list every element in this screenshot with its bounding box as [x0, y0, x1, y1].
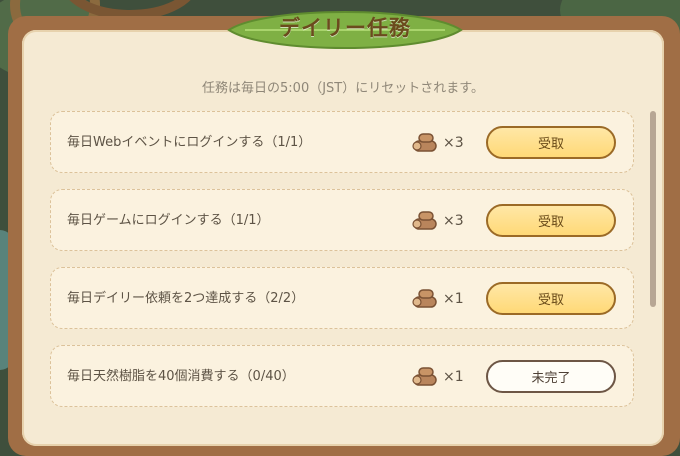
wood-log-icon [412, 211, 437, 230]
reset-notice: 任務は毎日の5:00（JST）にリセットされます。 [202, 81, 484, 96]
wood-log-icon [412, 367, 437, 386]
task-label: 毎日デイリー依頼を2つ達成する（2/2） [67, 291, 305, 306]
task-label: 毎日ゲームにログインする（1/1） [67, 213, 270, 228]
reward-count: ×1 [443, 291, 464, 307]
reward-count: ×1 [443, 369, 464, 385]
task-row: 毎日ゲームにログインする（1/1） ×3 受取 [50, 189, 634, 251]
scrollbar[interactable] [650, 111, 656, 307]
task-label: 毎日天然樹脂を40個消費する（0/40） [67, 369, 295, 384]
reward-count: ×3 [443, 213, 464, 229]
task-label: 毎日Webイベントにログインする（1/1） [67, 135, 312, 150]
task-row: 毎日デイリー依頼を2つ達成する（2/2） ×1 受取 [50, 267, 634, 329]
task-row: 毎日天然樹脂を40個消費する（0/40） ×1 未完了 [50, 345, 634, 407]
page-title: デイリー任務 [279, 16, 411, 40]
task-row: 毎日Webイベントにログインする（1/1） ×3 受取 [50, 111, 634, 173]
incomplete-button[interactable]: 未完了 [486, 360, 616, 393]
wood-log-icon [412, 289, 437, 308]
wood-log-icon [412, 133, 437, 152]
claim-button[interactable]: 受取 [486, 204, 616, 237]
claim-button[interactable]: 受取 [486, 126, 616, 159]
claim-button[interactable]: 受取 [486, 282, 616, 315]
reward-count: ×3 [443, 135, 464, 151]
